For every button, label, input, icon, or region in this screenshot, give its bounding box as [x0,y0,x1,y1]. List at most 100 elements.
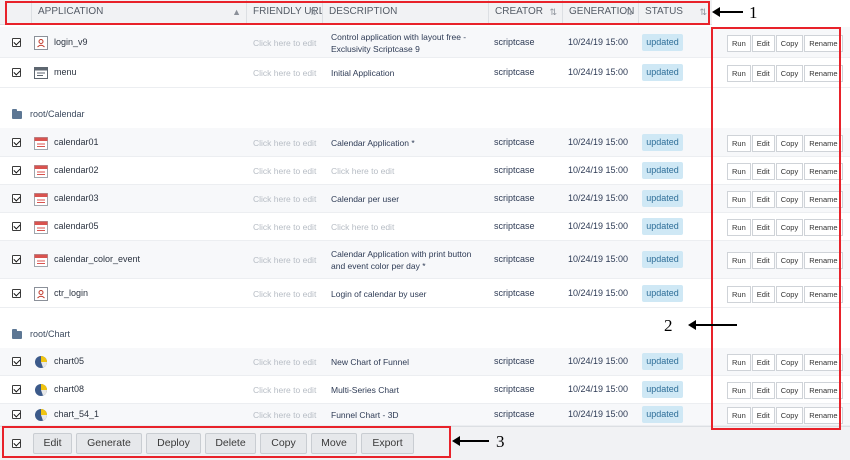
friendly-url-edit[interactable]: Click here to edit [253,38,316,48]
rename-button[interactable]: Rename [804,252,843,269]
rename-button[interactable]: Rename [804,219,843,236]
run-button[interactable]: Run [727,285,751,303]
run-button[interactable]: Run [727,407,751,424]
app-name-link[interactable]: chart_54_1 [54,409,99,419]
row-checkbox[interactable] [12,410,21,419]
column-header-status[interactable]: STATUS ⇅ [639,0,712,25]
row-checkbox[interactable] [12,288,21,298]
edit-button[interactable]: Edit [751,134,775,152]
run-button[interactable]: Run [727,65,751,82]
column-header-application[interactable]: APPLICATION ▲ [32,0,247,25]
row-checkbox[interactable] [12,194,21,203]
row-checkbox[interactable] [12,166,21,175]
copy-button[interactable]: Copy [775,252,804,269]
rename-button[interactable]: Rename [804,65,843,82]
friendly-url-edit[interactable]: Click here to edit [253,385,316,395]
bulk-delete-button[interactable]: Delete [205,433,256,454]
rename-button[interactable]: Rename [804,134,843,152]
friendly-url-edit[interactable]: Click here to edit [253,138,316,148]
app-name-link[interactable]: ctr_login [54,288,88,298]
rename-button[interactable]: Rename [804,285,843,303]
sort-icon[interactable]: ⇅ [549,0,557,24]
bulk-move-button[interactable]: Move [311,433,357,454]
description-edit[interactable]: Click here to edit [331,165,486,177]
bulk-deploy-button[interactable]: Deploy [146,433,201,454]
run-button[interactable]: Run [727,191,751,208]
app-name-link[interactable]: calendar03 [54,193,99,203]
rename-button[interactable]: Rename [804,163,843,180]
copy-button[interactable]: Copy [775,407,804,424]
copy-button[interactable]: Copy [775,285,804,303]
row-checkbox[interactable] [12,137,21,147]
edit-button[interactable]: Edit [751,285,775,303]
rename-button[interactable]: Rename [804,191,843,208]
friendly-url-edit[interactable]: Click here to edit [253,255,316,265]
app-name-link[interactable]: calendar_color_event [54,254,140,264]
edit-button[interactable]: Edit [751,34,775,52]
friendly-url-edit[interactable]: Click here to edit [253,357,316,367]
run-button[interactable]: Run [727,134,751,152]
copy-button[interactable]: Copy [775,34,804,52]
app-name-link[interactable]: chart08 [54,384,84,394]
friendly-url-edit[interactable]: Click here to edit [253,222,316,232]
app-name-link[interactable]: calendar01 [54,137,99,147]
friendly-url-edit[interactable]: Click here to edit [253,410,316,420]
column-header-creator[interactable]: CREATOR ⇅ [489,0,563,25]
bulk-edit-button[interactable]: Edit [33,433,72,454]
rename-button[interactable]: Rename [804,382,843,399]
description-edit[interactable]: New Chart of Funnel [331,356,486,368]
column-header-friendly-url[interactable]: FRIENDLY URL ⇅ [247,0,323,25]
run-button[interactable]: Run [727,163,751,180]
friendly-url-edit[interactable]: Click here to edit [253,68,316,78]
copy-button[interactable]: Copy [775,382,804,399]
friendly-url-edit[interactable]: Click here to edit [253,166,316,176]
description-edit[interactable]: Click here to edit [331,221,486,233]
run-button[interactable]: Run [727,252,751,269]
edit-button[interactable]: Edit [751,354,775,371]
row-checkbox[interactable] [12,222,21,231]
bulk-export-button[interactable]: Export [361,433,414,454]
sort-icon[interactable]: ⇅ [309,0,317,24]
sort-icon[interactable]: ⇅ [625,0,633,24]
copy-button[interactable]: Copy [775,134,804,152]
app-name-link[interactable]: calendar02 [54,165,99,175]
row-checkbox[interactable] [12,255,21,264]
bulk-generate-button[interactable]: Generate [76,433,142,454]
run-button[interactable]: Run [727,34,751,52]
edit-button[interactable]: Edit [751,163,775,180]
rename-button[interactable]: Rename [804,407,843,424]
edit-button[interactable]: Edit [751,252,775,269]
edit-button[interactable]: Edit [751,191,775,208]
friendly-url-edit[interactable]: Click here to edit [253,289,316,299]
edit-button[interactable]: Edit [751,382,775,399]
row-checkbox[interactable] [12,68,21,77]
rename-button[interactable]: Rename [804,34,843,52]
run-button[interactable]: Run [727,354,751,371]
description-edit[interactable]: Login of calendar by user [331,288,486,300]
app-name-link[interactable]: chart05 [54,356,84,366]
row-checkbox[interactable] [12,357,21,366]
edit-button[interactable]: Edit [751,65,775,82]
friendly-url-edit[interactable]: Click here to edit [253,194,316,204]
run-button[interactable]: Run [727,382,751,399]
description-edit[interactable]: Funnel Chart - 3D [331,409,486,421]
edit-button[interactable]: Edit [751,219,775,236]
run-button[interactable]: Run [727,219,751,236]
app-name-link[interactable]: calendar05 [54,221,99,231]
row-checkbox[interactable] [12,385,21,394]
description-edit[interactable]: Control application with layout free - E… [331,31,486,55]
copy-button[interactable]: Copy [775,65,804,82]
copy-button[interactable]: Copy [775,219,804,236]
rename-button[interactable]: Rename [804,354,843,371]
copy-button[interactable]: Copy [775,354,804,371]
app-name-link[interactable]: login_v9 [54,37,88,47]
row-checkbox[interactable] [12,37,21,47]
description-edit[interactable]: Initial Application [331,67,486,79]
description-edit[interactable]: Calendar per user [331,193,486,205]
copy-button[interactable]: Copy [775,191,804,208]
column-header-description[interactable]: DESCRIPTION [323,0,489,25]
folder-row[interactable]: root/Calendar [0,106,850,128]
app-name-link[interactable]: menu [54,67,77,77]
description-edit[interactable]: Multi-Series Chart [331,384,486,396]
column-header-generation[interactable]: GENERATION ⇅ [563,0,639,25]
